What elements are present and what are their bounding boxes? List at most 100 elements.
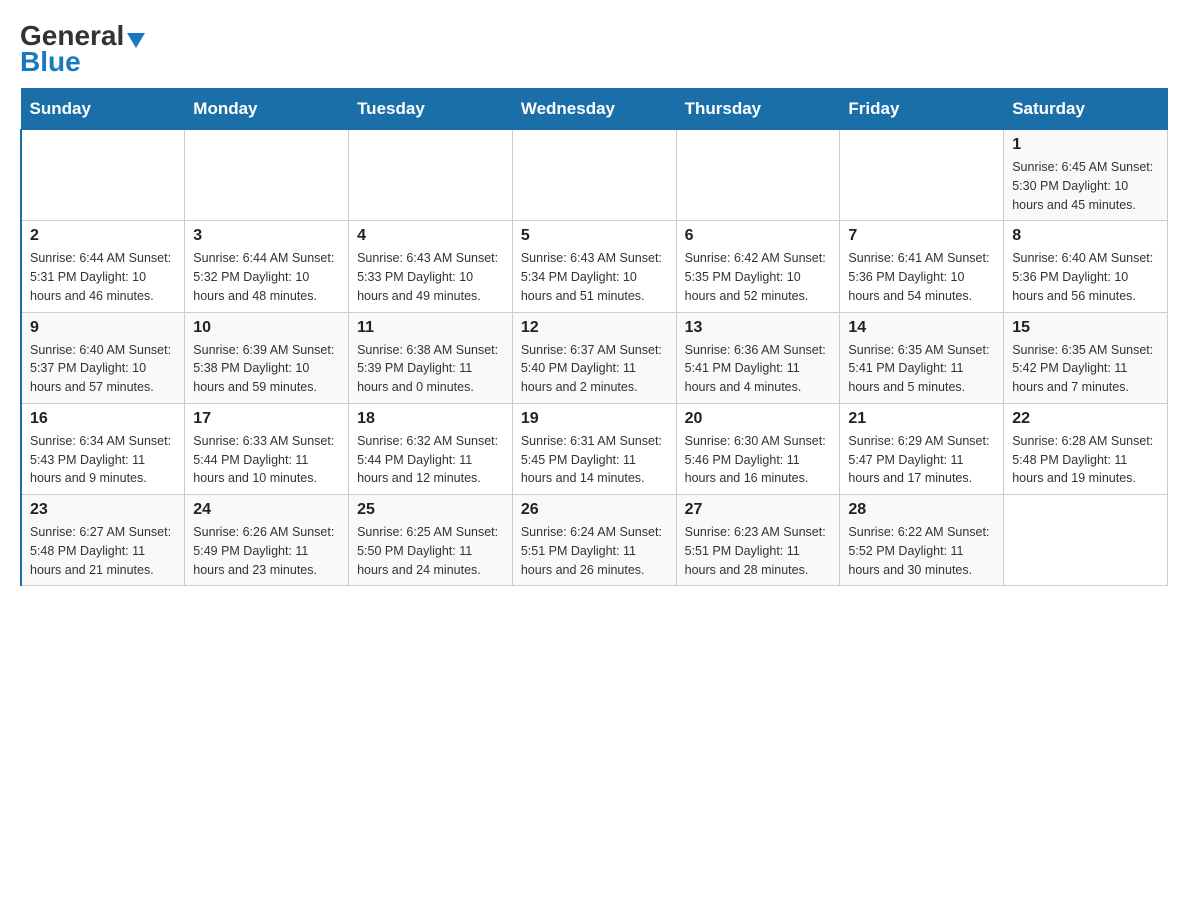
day-info: Sunrise: 6:32 AM Sunset: 5:44 PM Dayligh… (357, 432, 504, 488)
calendar-cell: 6 Sunrise: 6:42 AM Sunset: 5:35 PM Daylig… (676, 221, 840, 312)
weekday-header-row: SundayMondayTuesdayWednesdayThursdayFrid… (21, 89, 1168, 130)
day-info: Sunrise: 6:43 AM Sunset: 5:34 PM Dayligh… (521, 249, 668, 305)
header: General Blue (20, 20, 1168, 78)
calendar-cell: 4 Sunrise: 6:43 AM Sunset: 5:33 PM Daylig… (349, 221, 513, 312)
calendar-cell: 10Sunrise: 6:39 AM Sunset: 5:38 PM Dayli… (185, 312, 349, 403)
day-info: Sunrise: 6:28 AM Sunset: 5:48 PM Dayligh… (1012, 432, 1159, 488)
logo: General Blue (20, 20, 148, 78)
calendar-cell: 27 Sunrise: 6:23 AM Sunset: 5:51 PM Dayli… (676, 495, 840, 586)
day-number: 5 (521, 227, 668, 245)
weekday-header-monday: Monday (185, 89, 349, 130)
calendar-cell: 5 Sunrise: 6:43 AM Sunset: 5:34 PM Daylig… (512, 221, 676, 312)
calendar-cell: 14 Sunrise: 6:35 AM Sunset: 5:41 PM Dayli… (840, 312, 1004, 403)
calendar-cell (676, 130, 840, 221)
day-number: 14 (848, 319, 995, 337)
day-info: Sunrise: 6:43 AM Sunset: 5:33 PM Dayligh… (357, 249, 504, 305)
day-number: 3 (193, 227, 340, 245)
calendar-week-row: 16 Sunrise: 6:34 AM Sunset: 5:43 PM Dayli… (21, 403, 1168, 494)
calendar-cell: 22 Sunrise: 6:28 AM Sunset: 5:48 PM Dayli… (1004, 403, 1168, 494)
weekday-header-friday: Friday (840, 89, 1004, 130)
calendar-week-row: 23Sunrise: 6:27 AM Sunset: 5:48 PM Dayli… (21, 495, 1168, 586)
calendar-cell: 13 Sunrise: 6:36 AM Sunset: 5:41 PM Dayli… (676, 312, 840, 403)
calendar-cell: 15 Sunrise: 6:35 AM Sunset: 5:42 PM Dayli… (1004, 312, 1168, 403)
calendar-cell: 16 Sunrise: 6:34 AM Sunset: 5:43 PM Dayli… (21, 403, 185, 494)
day-info: Sunrise: 6:35 AM Sunset: 5:42 PM Dayligh… (1012, 341, 1159, 397)
day-info: Sunrise: 6:45 AM Sunset: 5:30 PM Dayligh… (1012, 158, 1159, 214)
day-number: 20 (685, 410, 832, 428)
day-number: 16 (30, 410, 176, 428)
day-number: 18 (357, 410, 504, 428)
calendar-cell: 19 Sunrise: 6:31 AM Sunset: 5:45 PM Dayli… (512, 403, 676, 494)
day-info: Sunrise: 6:31 AM Sunset: 5:45 PM Dayligh… (521, 432, 668, 488)
day-number: 25 (357, 501, 504, 519)
day-number: 1 (1012, 136, 1159, 154)
day-number: 22 (1012, 410, 1159, 428)
day-number: 2 (30, 227, 176, 245)
calendar-cell: 11 Sunrise: 6:38 AM Sunset: 5:39 PM Dayli… (349, 312, 513, 403)
calendar-week-row: 9 Sunrise: 6:40 AM Sunset: 5:37 PM Daylig… (21, 312, 1168, 403)
day-info: Sunrise: 6:26 AM Sunset: 5:49 PM Dayligh… (193, 523, 340, 579)
calendar-cell: 28 Sunrise: 6:22 AM Sunset: 5:52 PM Dayli… (840, 495, 1004, 586)
day-number: 15 (1012, 319, 1159, 337)
calendar-cell: 1 Sunrise: 6:45 AM Sunset: 5:30 PM Daylig… (1004, 130, 1168, 221)
day-info: Sunrise: 6:44 AM Sunset: 5:31 PM Dayligh… (30, 249, 176, 305)
day-info: Sunrise: 6:41 AM Sunset: 5:36 PM Dayligh… (848, 249, 995, 305)
day-info: Sunrise: 6:36 AM Sunset: 5:41 PM Dayligh… (685, 341, 832, 397)
day-number: 24 (193, 501, 340, 519)
day-info: Sunrise: 6:34 AM Sunset: 5:43 PM Dayligh… (30, 432, 176, 488)
calendar-cell (349, 130, 513, 221)
day-number: 9 (30, 319, 176, 337)
day-number: 10 (193, 319, 340, 337)
day-number: 28 (848, 501, 995, 519)
weekday-header-thursday: Thursday (676, 89, 840, 130)
day-info: Sunrise: 6:44 AM Sunset: 5:32 PM Dayligh… (193, 249, 340, 305)
day-number: 21 (848, 410, 995, 428)
calendar-cell: 26 Sunrise: 6:24 AM Sunset: 5:51 PM Dayli… (512, 495, 676, 586)
day-number: 27 (685, 501, 832, 519)
calendar-cell: 7Sunrise: 6:41 AM Sunset: 5:36 PM Daylig… (840, 221, 1004, 312)
calendar-cell (21, 130, 185, 221)
day-info: Sunrise: 6:38 AM Sunset: 5:39 PM Dayligh… (357, 341, 504, 397)
day-number: 26 (521, 501, 668, 519)
day-info: Sunrise: 6:23 AM Sunset: 5:51 PM Dayligh… (685, 523, 832, 579)
day-info: Sunrise: 6:22 AM Sunset: 5:52 PM Dayligh… (848, 523, 995, 579)
calendar-cell (512, 130, 676, 221)
day-number: 6 (685, 227, 832, 245)
weekday-header-tuesday: Tuesday (349, 89, 513, 130)
day-info: Sunrise: 6:40 AM Sunset: 5:37 PM Dayligh… (30, 341, 176, 397)
weekday-header-wednesday: Wednesday (512, 89, 676, 130)
calendar-cell (1004, 495, 1168, 586)
day-number: 4 (357, 227, 504, 245)
calendar-cell: 21 Sunrise: 6:29 AM Sunset: 5:47 PM Dayli… (840, 403, 1004, 494)
calendar-table: SundayMondayTuesdayWednesdayThursdayFrid… (20, 88, 1168, 586)
calendar-cell: 25 Sunrise: 6:25 AM Sunset: 5:50 PM Dayli… (349, 495, 513, 586)
calendar-cell: 24 Sunrise: 6:26 AM Sunset: 5:49 PM Dayli… (185, 495, 349, 586)
calendar-cell: 17 Sunrise: 6:33 AM Sunset: 5:44 PM Dayli… (185, 403, 349, 494)
day-number: 13 (685, 319, 832, 337)
day-number: 12 (521, 319, 668, 337)
day-number: 11 (357, 319, 504, 337)
day-info: Sunrise: 6:30 AM Sunset: 5:46 PM Dayligh… (685, 432, 832, 488)
day-info: Sunrise: 6:24 AM Sunset: 5:51 PM Dayligh… (521, 523, 668, 579)
day-info: Sunrise: 6:37 AM Sunset: 5:40 PM Dayligh… (521, 341, 668, 397)
day-number: 19 (521, 410, 668, 428)
day-number: 23 (30, 501, 176, 519)
day-info: Sunrise: 6:40 AM Sunset: 5:36 PM Dayligh… (1012, 249, 1159, 305)
calendar-cell: 8Sunrise: 6:40 AM Sunset: 5:36 PM Daylig… (1004, 221, 1168, 312)
calendar-cell: 12 Sunrise: 6:37 AM Sunset: 5:40 PM Dayli… (512, 312, 676, 403)
calendar-cell (840, 130, 1004, 221)
logo-blue-text: Blue (20, 46, 81, 77)
calendar-cell (185, 130, 349, 221)
day-info: Sunrise: 6:42 AM Sunset: 5:35 PM Dayligh… (685, 249, 832, 305)
day-info: Sunrise: 6:35 AM Sunset: 5:41 PM Dayligh… (848, 341, 995, 397)
calendar-cell: 23Sunrise: 6:27 AM Sunset: 5:48 PM Dayli… (21, 495, 185, 586)
calendar-cell: 3 Sunrise: 6:44 AM Sunset: 5:32 PM Daylig… (185, 221, 349, 312)
day-info: Sunrise: 6:33 AM Sunset: 5:44 PM Dayligh… (193, 432, 340, 488)
day-number: 17 (193, 410, 340, 428)
calendar-week-row: 2 Sunrise: 6:44 AM Sunset: 5:31 PM Daylig… (21, 221, 1168, 312)
day-info: Sunrise: 6:25 AM Sunset: 5:50 PM Dayligh… (357, 523, 504, 579)
day-info: Sunrise: 6:29 AM Sunset: 5:47 PM Dayligh… (848, 432, 995, 488)
weekday-header-sunday: Sunday (21, 89, 185, 130)
calendar-cell: 18 Sunrise: 6:32 AM Sunset: 5:44 PM Dayli… (349, 403, 513, 494)
calendar-cell: 9 Sunrise: 6:40 AM Sunset: 5:37 PM Daylig… (21, 312, 185, 403)
